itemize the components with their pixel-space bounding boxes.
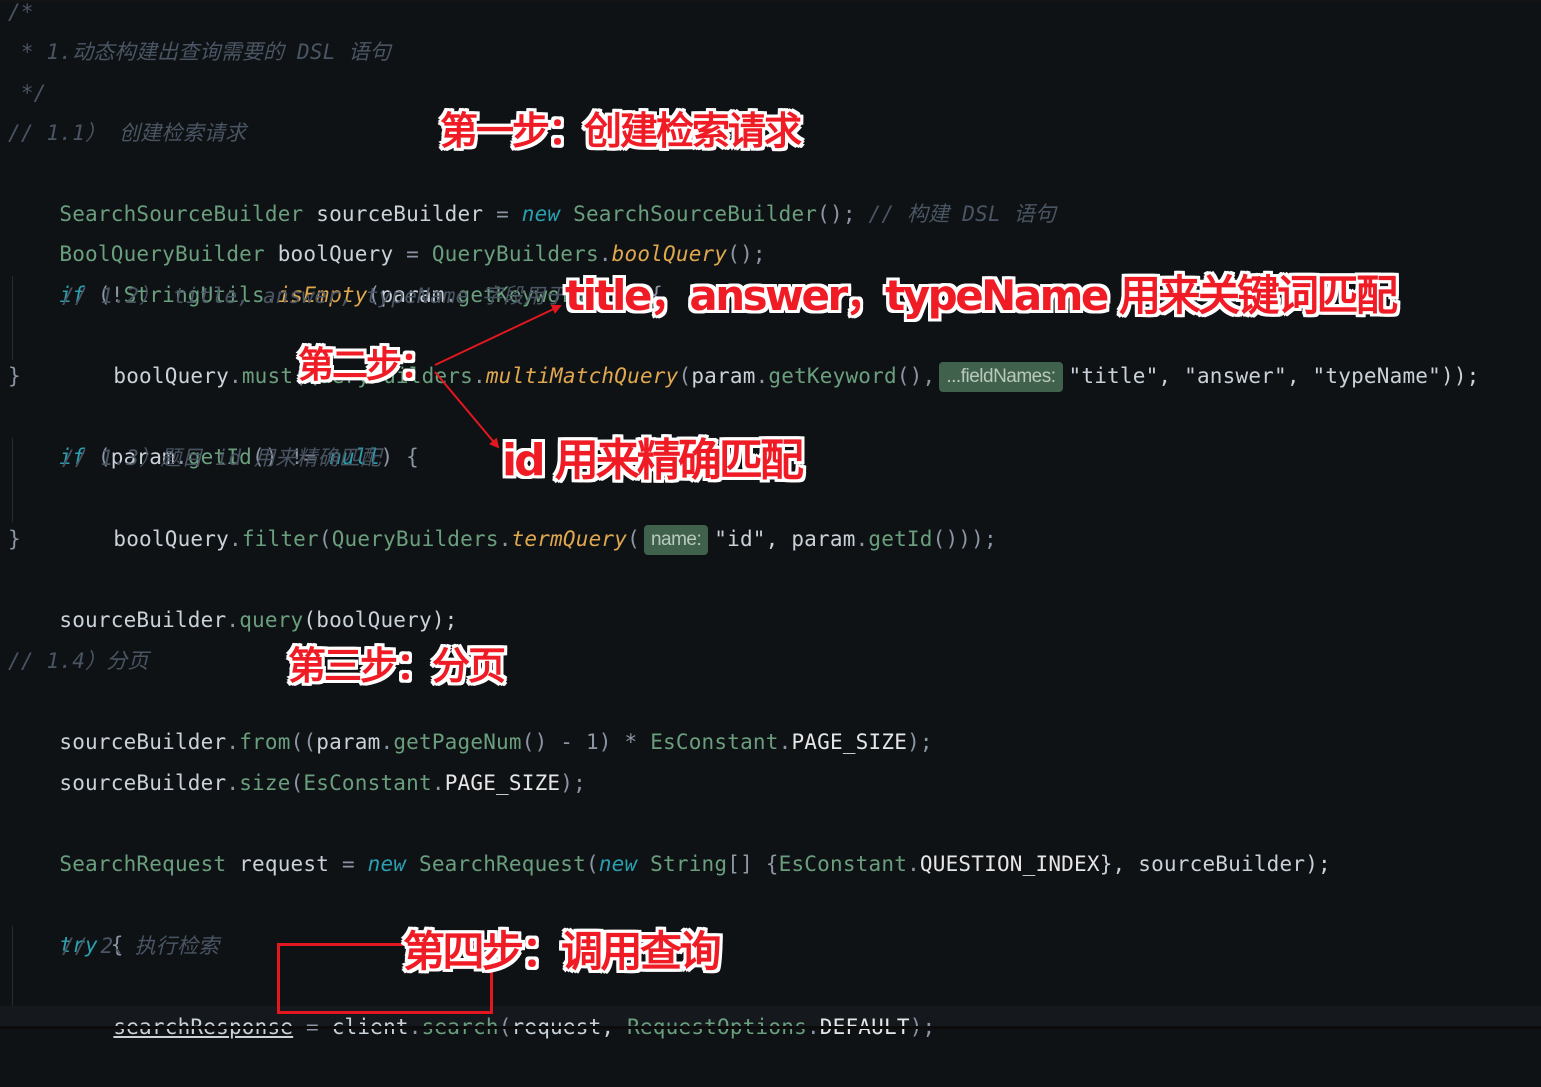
code-line-comment: // 1.2） title, answer, typeName 字段用于检索 [62, 284, 609, 308]
code-line-search-request: SearchRequest request = new SearchReques… [8, 804, 1331, 876]
punctuation-token: ); [907, 730, 933, 754]
punctuation-token: . [431, 771, 445, 795]
method-token: size [239, 771, 291, 795]
code-line-size: sourceBuilder.size(EsConstant.PAGE_SIZE)… [8, 723, 586, 795]
punctuation-token: ( [585, 852, 599, 876]
method-token: filter [241, 527, 319, 551]
string-token: "title", "answer", "typeName")); [1068, 364, 1480, 388]
method-token: getId [868, 527, 933, 551]
keyword-token: new [598, 852, 638, 876]
punctuation-token: . [473, 364, 486, 388]
class-token: EsConstant [778, 852, 908, 876]
class-token: QueryBuilders [331, 527, 499, 551]
code-line-brace: } [8, 364, 21, 388]
keyword-token: new [367, 852, 407, 876]
punctuation-token: . [228, 527, 242, 551]
constant-token: PAGE_SIZE [791, 730, 908, 754]
punctuation-token: . [907, 852, 920, 876]
annotation-step-2: 第二步： [298, 345, 436, 386]
code-line-source-builder: SearchSourceBuilder sourceBuilder = new … [8, 154, 1056, 226]
var-token: boolQuery [113, 364, 229, 388]
code-line-comment: // 1.3）题目 id 用来精确匹配 [62, 446, 382, 470]
punctuation-token: . [228, 364, 242, 388]
punctuation-token: . [755, 364, 769, 388]
static-method-token: multiMatchQuery [485, 364, 679, 388]
punctuation-token: [] { [727, 852, 779, 876]
operator-token: = [341, 852, 368, 876]
annotation-keyword-match: title，answer，typeName 用来关键词匹配 [565, 271, 1398, 320]
annotation-step-4: 第四步：调用查询 [403, 927, 722, 976]
annotation-step-3: 第三步：分页 [288, 644, 506, 688]
punctuation-token: ( [318, 527, 332, 551]
punctuation-token: (); [817, 202, 856, 226]
punctuation-token: . [778, 730, 792, 754]
punctuation-token: ) { [380, 445, 419, 469]
args-token: (boolQuery); [303, 608, 458, 632]
punctuation-token: . [498, 527, 512, 551]
method-token: must [241, 364, 294, 388]
constant-token: PAGE_SIZE [444, 771, 561, 795]
annotation-id-match: id 用来精确匹配 [502, 435, 804, 486]
parameter-hint: name: [643, 525, 709, 555]
code-line-comment: // 2、执行检索 [62, 934, 220, 958]
code-line-comment: // 1.4）分页 [8, 649, 149, 673]
code-line-comment: * 1.动态构建出查询需要的 DSL 语句 [8, 40, 391, 64]
punctuation-token: . [226, 771, 240, 795]
code-line-brace: } [8, 527, 21, 551]
class-token: EsConstant [650, 730, 779, 754]
class-token: EsConstant [303, 771, 432, 795]
var-token: sourceBuilder [59, 608, 227, 632]
string-token: "id", [714, 527, 792, 551]
annotation-step-1: 第一步：创建检索请求 [440, 109, 802, 153]
var-token: param [691, 364, 756, 388]
method-token: getKeyword [768, 364, 897, 388]
code-line-bool-query: BoolQueryBuilder boolQuery = QueryBuilde… [8, 194, 766, 266]
method-token: query [239, 608, 304, 632]
punctuation-token: ( [678, 364, 692, 388]
var-token: param [791, 527, 856, 551]
type-token: SearchRequest [406, 852, 586, 876]
punctuation-token: ())); [932, 527, 997, 551]
punctuation-token: . [855, 527, 869, 551]
punctuation-token: ( [290, 771, 304, 795]
punctuation-token: . [226, 608, 240, 632]
punctuation-token: ); [560, 771, 586, 795]
code-line-comment: /* [8, 0, 34, 24]
parameter-hint: ...fieldNames: [939, 362, 1063, 392]
static-method-token: termQuery [511, 527, 628, 551]
punctuation-token: (), [896, 364, 936, 388]
type-token: String [637, 852, 728, 876]
editor-top-border [0, 0, 1541, 2]
args-token: }, sourceBuilder); [1099, 852, 1331, 876]
comment-token: // 构建 DSL 语句 [855, 202, 1057, 226]
code-line-source-query: sourceBuilder.query(boolQuery); [8, 560, 458, 632]
var-token: boolQuery [113, 527, 229, 551]
code-line-try: try { [8, 885, 124, 957]
var-token: request [226, 852, 342, 876]
constant-token: QUESTION_INDEX [919, 852, 1100, 876]
type-token: SearchRequest [59, 852, 227, 876]
code-line-comment: */ [8, 81, 47, 105]
var-token: sourceBuilder [59, 771, 227, 795]
code-line-comment: // 1.1） 创建检索请求 [8, 121, 247, 145]
punctuation-token: ( [627, 527, 640, 551]
code-line-if-id: if (param.getId() != null) { [8, 397, 419, 469]
